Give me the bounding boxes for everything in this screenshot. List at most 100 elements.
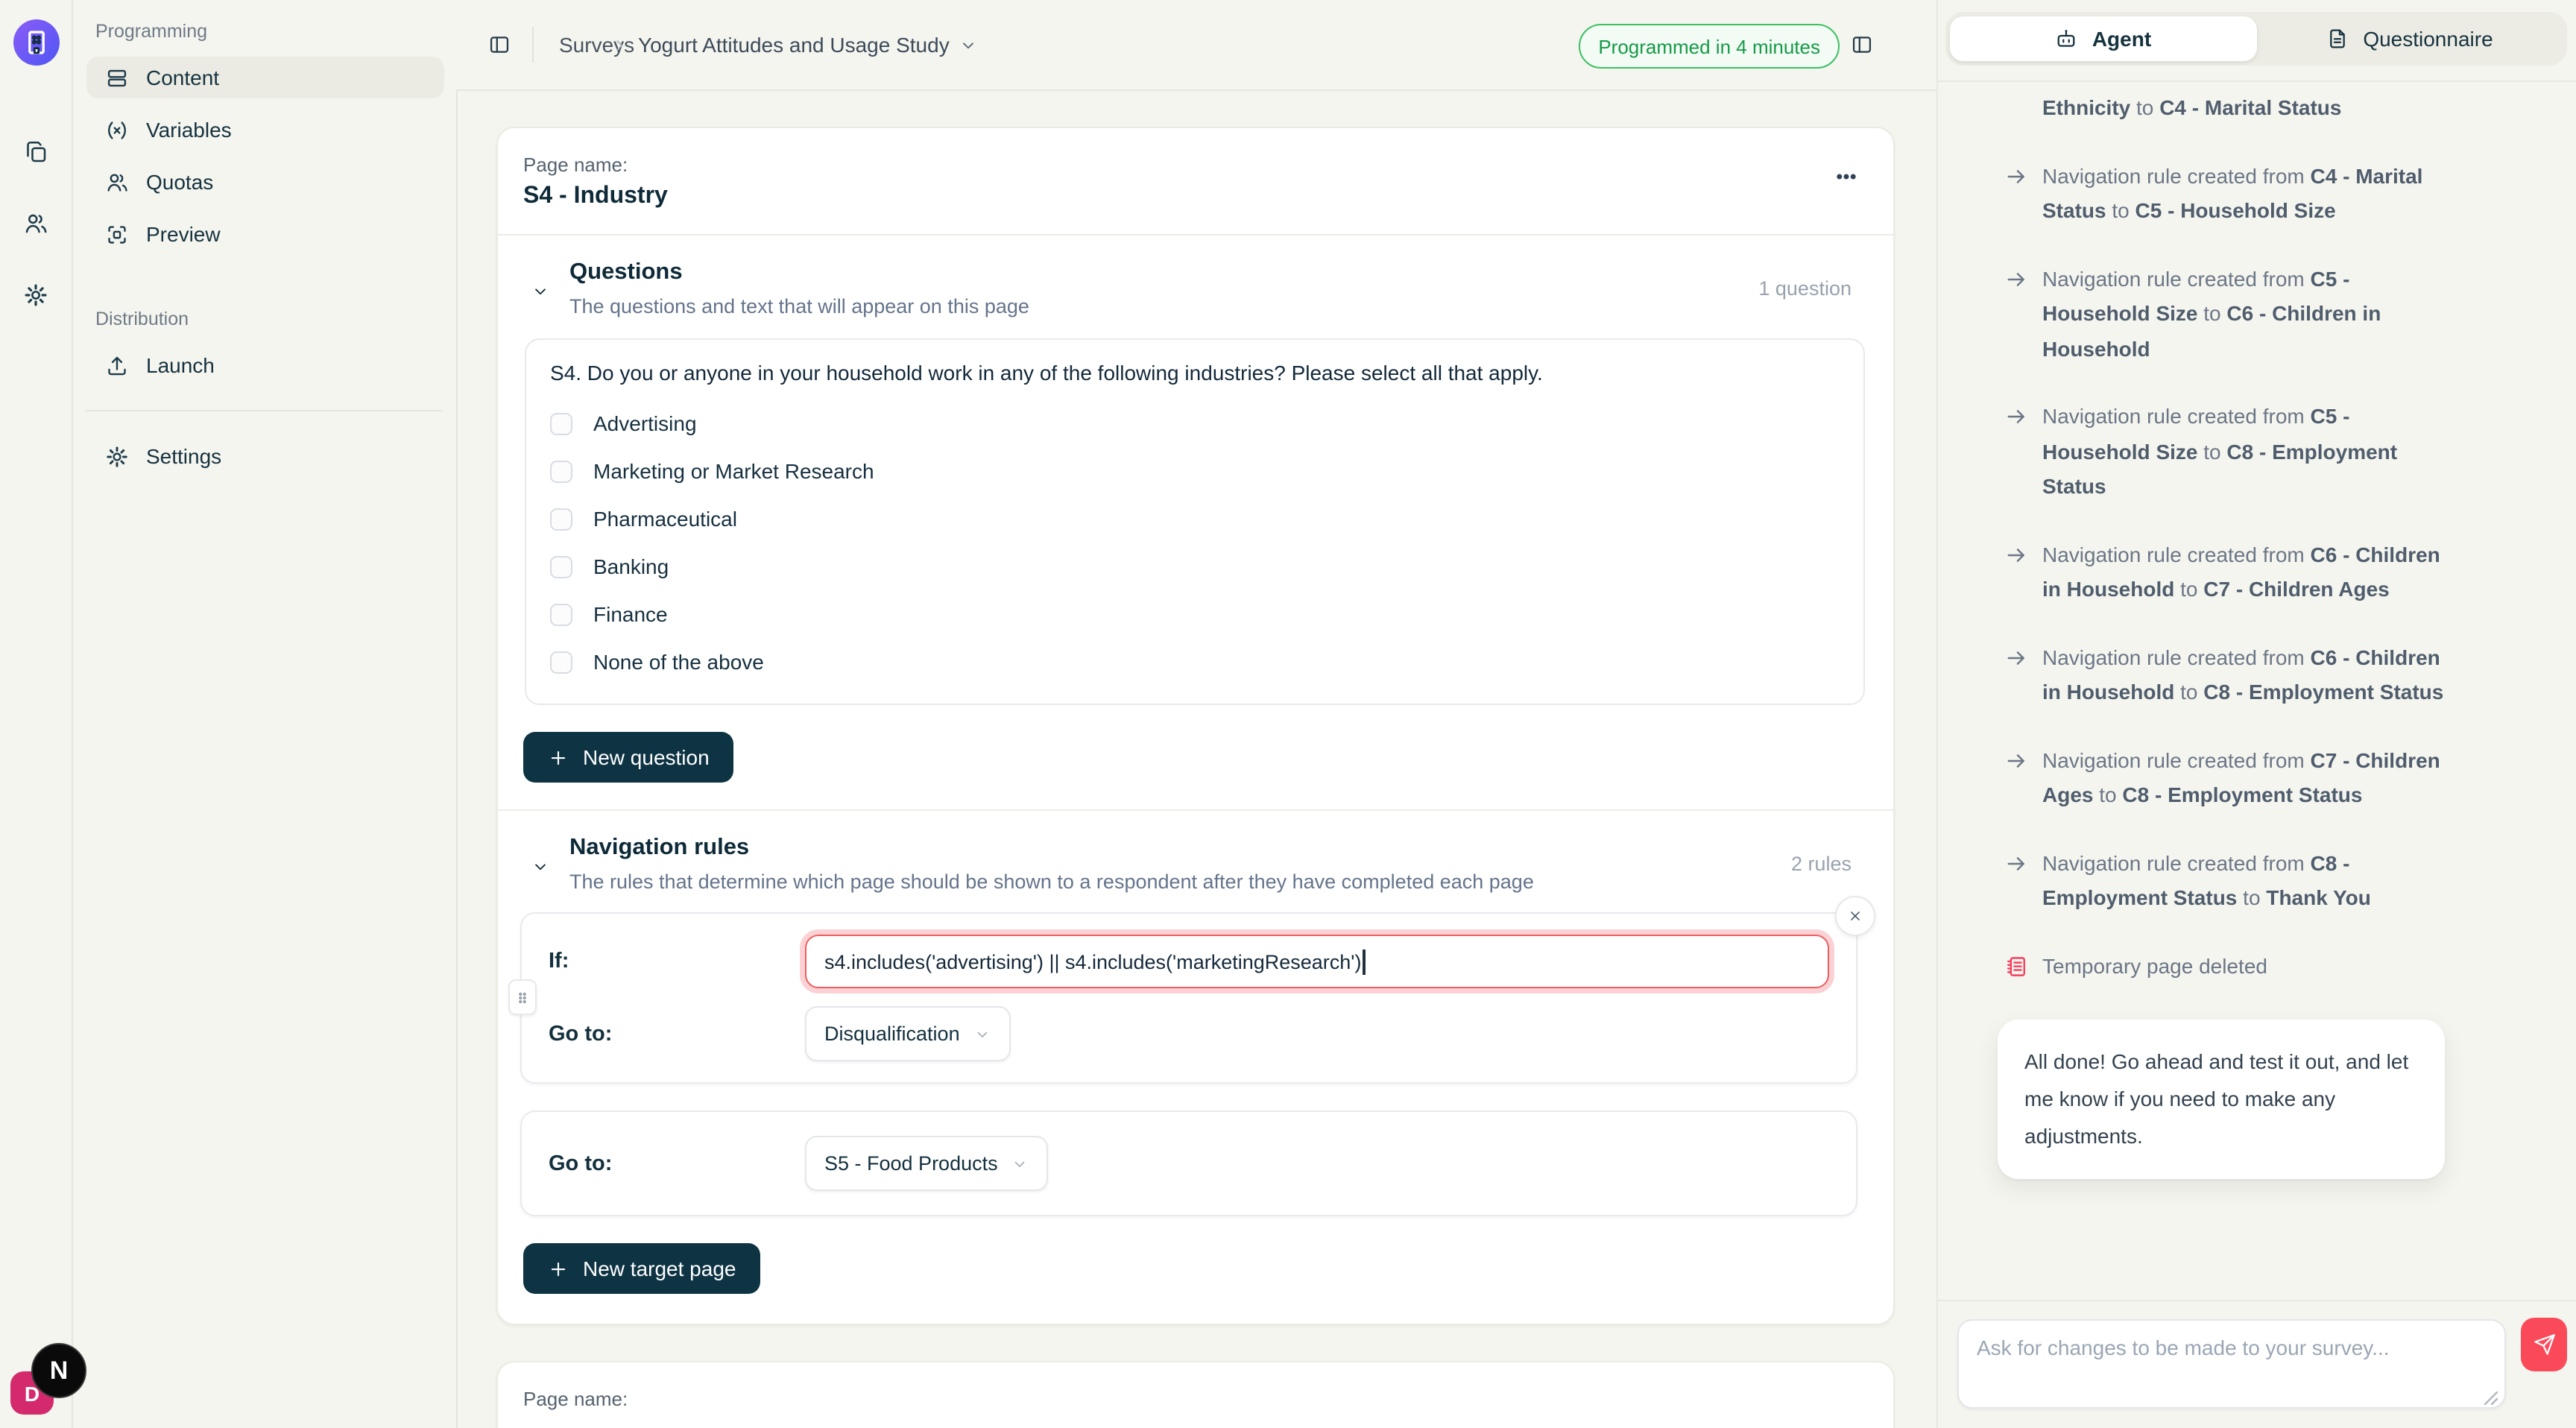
rail-button-users[interactable] <box>9 197 63 250</box>
drag-handle[interactable] <box>508 979 537 1015</box>
checkbox[interactable] <box>550 460 572 482</box>
sidebar-item-settings[interactable]: Settings <box>86 435 444 477</box>
chat-composer <box>1938 1300 2576 1428</box>
goto-label: Go to: <box>549 1022 805 1046</box>
sidebar-item-label: Preview <box>146 222 221 246</box>
remove-rule-button[interactable] <box>1835 896 1875 936</box>
topbar-divider <box>532 27 534 63</box>
rule-count: 2 rules <box>1791 853 1852 875</box>
gear-icon <box>104 443 130 469</box>
questions-title: Questions <box>569 259 1029 286</box>
arrow-right-icon <box>2004 850 2029 876</box>
page-card-s4-industry: Page name: S4 - Industry Questions The q… <box>496 127 1895 1325</box>
default-goto-page-select[interactable]: S5 - Food Products <box>805 1136 1049 1191</box>
close-icon <box>1847 908 1863 924</box>
sidebar-item-variables[interactable]: Variables <box>86 109 444 151</box>
bot-icon <box>2055 27 2079 51</box>
answer-option-label: Marketing or Market Research <box>593 459 874 483</box>
survey-title: Yogurt Attitudes and Usage Study <box>638 33 950 57</box>
page-name-label: Page name: <box>523 1388 1863 1410</box>
event-text: Navigation rule created from C5 - Househ… <box>2042 266 2381 360</box>
checkbox[interactable] <box>550 412 572 435</box>
rows-icon <box>104 65 130 90</box>
topbar: Surveys Yogurt Attitudes and Usage Study… <box>456 0 1936 91</box>
copy-icon <box>22 139 49 165</box>
main-area: Surveys Yogurt Attitudes and Usage Study… <box>456 0 1936 1428</box>
plus-icon <box>547 1257 569 1280</box>
answer-option-label: Advertising <box>593 411 697 435</box>
arrow-right-icon <box>2004 163 2029 189</box>
org-avatar[interactable] <box>13 19 60 66</box>
event-text: Navigation rule created from C6 - Childr… <box>2042 645 2443 704</box>
document-icon <box>2326 27 2349 51</box>
event-navigation-rule: Navigation rule created from C5 - Househ… <box>1938 262 2576 367</box>
ellipsis-menu-icon[interactable] <box>1834 164 1860 191</box>
dev-overlay-badge[interactable]: N <box>31 1343 86 1398</box>
panel-right-toggle-icon[interactable] <box>1850 33 1874 57</box>
chat-input[interactable] <box>1957 1319 2506 1409</box>
sidebar-section-label: Distribution <box>95 309 456 329</box>
panel-left-toggle-icon[interactable] <box>487 33 511 57</box>
users-icon <box>104 169 130 195</box>
chevron-down-icon <box>973 1025 991 1043</box>
sidebar-item-content[interactable]: Content <box>86 57 444 98</box>
event-navigation-rule: Navigation rule created from C4 - Marita… <box>1938 159 2576 229</box>
rail-button-gear[interactable] <box>9 268 63 322</box>
if-label: If: <box>549 950 805 973</box>
programmed-time-badge: Programmed in 4 minutes <box>1579 24 1840 69</box>
collapse-questions-icon[interactable] <box>531 282 550 301</box>
answer-option-label: None of the above <box>593 650 764 674</box>
upload-icon <box>104 353 130 378</box>
send-button[interactable] <box>2521 1318 2567 1371</box>
question-text: S4. Do you or anyone in your household w… <box>550 361 1840 385</box>
page-scroll-area[interactable]: Page name: S4 - Industry Questions The q… <box>456 89 1936 1428</box>
chevron-down-icon <box>1011 1154 1029 1172</box>
answer-option-row: Finance <box>550 590 1840 638</box>
tab-label: Agent <box>2092 27 2151 51</box>
sidebar-item-preview[interactable]: Preview <box>86 213 444 255</box>
sidebar-sections: ProgrammingContentVariablesQuotasPreview… <box>72 21 456 386</box>
send-icon <box>2532 1333 2556 1356</box>
tab-agent[interactable]: Agent <box>1950 16 2256 61</box>
tab-questionnaire[interactable]: Questionnaire <box>2256 16 2563 61</box>
arrow-right-icon <box>2004 266 2029 291</box>
answer-option-label: Pharmaceutical <box>593 507 737 531</box>
sidebar-item-launch[interactable]: Launch <box>86 344 444 386</box>
sidebar-item-quotas[interactable]: Quotas <box>86 161 444 203</box>
checkbox[interactable] <box>550 508 572 530</box>
questions-subtitle: The questions and text that will appear … <box>569 295 1029 317</box>
event-navigation-rule: Navigation rule created from C6 - Childr… <box>1938 537 2576 607</box>
checkbox[interactable] <box>550 603 572 625</box>
breadcrumb-survey-title[interactable]: Yogurt Attitudes and Usage Study <box>638 33 978 57</box>
event-text: Navigation rule created from C4 - Marita… <box>2042 163 2422 222</box>
arrow-right-icon <box>2004 542 2029 567</box>
collapse-navigation-icon[interactable] <box>531 857 550 876</box>
answer-option-row: Marketing or Market Research <box>550 447 1840 495</box>
assistant-message-bubble: All done! Go ahead and test it out, and … <box>1998 1020 2445 1179</box>
question-card[interactable]: S4. Do you or anyone in your household w… <box>525 338 1865 705</box>
rail-button-copy[interactable] <box>9 125 63 179</box>
new-question-button[interactable]: New question <box>523 732 733 783</box>
condition-input[interactable]: s4.includes('advertising') || s4.include… <box>805 935 1829 988</box>
checkbox[interactable] <box>550 651 572 673</box>
navigation-rules-subtitle: The rules that determine which page shou… <box>569 871 1534 893</box>
sidebar: ProgrammingContentVariablesQuotasPreview… <box>72 0 458 1428</box>
users-icon <box>22 210 49 237</box>
new-target-page-button[interactable]: New target page <box>523 1243 760 1294</box>
chevron-down-icon <box>959 35 978 54</box>
checkbox[interactable] <box>550 555 572 578</box>
navigation-rules-title: Navigation rules <box>569 835 1534 862</box>
navigation-rule-card-default: Go to: S5 - Food Products <box>520 1111 1857 1216</box>
page-delete-icon <box>2004 953 2029 979</box>
agent-panel-tabs: Agent Questionnaire <box>1945 12 2567 66</box>
answer-option-label: Banking <box>593 555 669 578</box>
goto-page-select[interactable]: Disqualification <box>805 1006 1011 1061</box>
text-caret <box>1363 949 1365 974</box>
arrow-right-icon <box>2004 404 2029 429</box>
event-text: Temporary page deleted <box>2042 953 2267 977</box>
variable-icon <box>104 117 130 142</box>
agent-events: Ethnicity to C4 - Marital Status Navigati… <box>1938 91 2576 984</box>
event-text: Ethnicity to C4 - Marital Status <box>2042 95 2341 119</box>
icon-rail: D N <box>0 0 73 1428</box>
agent-activity-feed[interactable]: Ethnicity to C4 - Marital Status Navigati… <box>1938 82 2576 1301</box>
